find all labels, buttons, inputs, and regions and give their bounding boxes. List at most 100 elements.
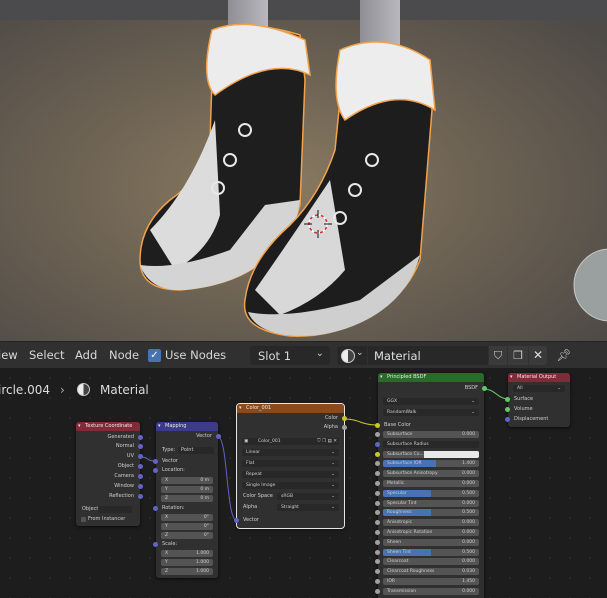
fake-user-shield-icon[interactable]: ⛉: [489, 346, 507, 365]
socket[interactable]: [375, 432, 380, 437]
socket[interactable]: [375, 451, 380, 457]
bsdf-input-row[interactable]: Specular 0.500: [375, 489, 484, 498]
duplicate-icon[interactable]: ❐: [508, 346, 528, 365]
scale-x[interactable]: X 1.000: [156, 549, 218, 558]
use-nodes-checkbox[interactable]: ✓: [148, 349, 161, 362]
socket[interactable]: [138, 444, 143, 449]
socket[interactable]: [138, 484, 143, 489]
socket[interactable]: [138, 464, 143, 469]
socket[interactable]: [375, 569, 380, 575]
socket[interactable]: [375, 423, 380, 428]
socket[interactable]: [138, 435, 143, 440]
socket[interactable]: [375, 520, 380, 526]
socket[interactable]: [375, 579, 380, 584]
bsdf-input-row[interactable]: Sheen 0.000: [375, 538, 484, 547]
add-menu[interactable]: Add: [75, 348, 97, 362]
socket[interactable]: [153, 542, 158, 547]
socket[interactable]: [375, 471, 380, 477]
close-icon[interactable]: ✕: [529, 346, 547, 365]
socket[interactable]: [505, 397, 510, 402]
socket[interactable]: [138, 494, 143, 499]
source-dropdown[interactable]: Single Image ⌄: [237, 481, 344, 490]
material-sphere-icon: [341, 349, 355, 363]
material-output-node[interactable]: Material Output All⌄ Surface Volume Disp…: [505, 373, 570, 427]
socket[interactable]: [375, 530, 380, 535]
socket[interactable]: [375, 500, 380, 506]
rotation-y[interactable]: Y 0°: [156, 522, 218, 531]
socket[interactable]: [342, 416, 347, 421]
subsurface-method-dropdown[interactable]: RandomWalk ⌄: [378, 408, 484, 417]
rotation-x[interactable]: X 0°: [156, 513, 218, 522]
socket[interactable]: [342, 425, 347, 430]
projection-dropdown[interactable]: Flat ⌄: [237, 459, 344, 468]
bsdf-input-row[interactable]: Subsurface Anisotropy 0.000: [375, 469, 484, 478]
bsdf-input-row[interactable]: Subsurface IOR 1.400: [375, 459, 484, 468]
bsdf-input-row[interactable]: Specular Tint 0.000: [375, 499, 484, 508]
bsdf-input-row[interactable]: Subsurface Radius: [375, 440, 484, 449]
image-texture-node[interactable]: Color_001 Color Alpha ▣Color_001⛉ ❐ ▤ ✕ …: [234, 403, 347, 529]
socket[interactable]: [153, 468, 158, 473]
3d-viewport[interactable]: [0, 0, 607, 341]
bsdf-input-row[interactable]: Anisotropic Rotation 0.000: [375, 528, 484, 537]
location-z[interactable]: Z0 m: [156, 494, 218, 503]
socket[interactable]: [375, 549, 380, 555]
color-space-row[interactable]: Color Space sRGB ⌄: [237, 492, 344, 501]
image-selector[interactable]: ▣ Color_001 ⛉ ❐ ▤ ✕: [237, 437, 344, 446]
bsdf-input-row[interactable]: Sheen Tint 0.500: [375, 548, 484, 557]
select-menu[interactable]: Select: [29, 348, 64, 362]
distribution-dropdown[interactable]: GGX ⌄: [378, 397, 484, 406]
rotation-z[interactable]: Z 0°: [156, 531, 218, 540]
socket[interactable]: [375, 539, 380, 545]
pin-icon[interactable]: 📌︎: [555, 346, 573, 365]
location-x[interactable]: X0 m: [156, 476, 218, 485]
bsdf-input-row[interactable]: Transmission 0.000: [375, 587, 484, 596]
extension-dropdown[interactable]: Repeat ⌄: [237, 470, 344, 479]
input-vector: Vector: [234, 516, 344, 525]
node-title: Mapping: [156, 422, 218, 431]
bsdf-input-row[interactable]: Roughness 0.500: [375, 508, 484, 517]
principled-bsdf-node[interactable]: Principled BSDF BSDF GGX⌄ RandomWalk⌄ Ba…: [375, 373, 487, 598]
socket[interactable]: [375, 461, 380, 467]
socket[interactable]: [153, 506, 158, 511]
socket[interactable]: [505, 417, 510, 422]
alpha-mode-row[interactable]: Alpha Straight ⌄: [237, 503, 344, 512]
from-instancer-checkbox[interactable]: From Instancer: [76, 515, 140, 524]
bsdf-input-row[interactable]: Subsurface Co...: [375, 450, 484, 459]
socket[interactable]: [153, 459, 158, 464]
node-editor-canvas[interactable]: ircle.004 › Material Texture Coordinate …: [0, 368, 607, 598]
texture-coordinate-node[interactable]: Texture Coordinate Generated Normal UV O…: [76, 422, 143, 526]
socket[interactable]: [482, 386, 487, 391]
socket[interactable]: [234, 518, 239, 523]
type-dropdown[interactable]: Type: Point: [156, 446, 218, 455]
bsdf-input-row[interactable]: Clearcoat Roughness 0.030: [375, 567, 484, 576]
interpolation-dropdown[interactable]: Linear ⌄: [237, 448, 344, 457]
material-browse-button[interactable]: ⌄: [337, 346, 367, 365]
material-name-field[interactable]: Material: [368, 346, 488, 365]
output-generated: Generated: [76, 433, 143, 442]
bsdf-input-row[interactable]: IOR 1.450: [375, 577, 484, 586]
bsdf-input-row[interactable]: Metallic 0.000: [375, 479, 484, 488]
socket[interactable]: [375, 588, 380, 594]
scale-z[interactable]: Z 1.000: [156, 567, 218, 576]
socket[interactable]: [505, 407, 510, 412]
mapping-node[interactable]: Mapping Vector Type:Point Vector Locatio…: [153, 422, 221, 578]
view-menu[interactable]: iew: [0, 348, 18, 362]
scale-y[interactable]: Y 1.000: [156, 558, 218, 567]
target-dropdown[interactable]: All ⌄: [508, 384, 570, 393]
socket[interactable]: [138, 454, 143, 459]
socket[interactable]: [375, 481, 380, 486]
output-color: Color: [237, 414, 347, 423]
bsdf-input-row[interactable]: Clearcoat 0.000: [375, 557, 484, 566]
slot-dropdown[interactable]: Slot 1 ⌄: [250, 346, 330, 365]
object-field-row[interactable]: Object:: [76, 505, 140, 514]
node-menu[interactable]: Node: [109, 348, 139, 362]
socket[interactable]: [375, 559, 380, 565]
socket[interactable]: [138, 474, 143, 479]
socket[interactable]: [375, 490, 380, 496]
bsdf-input-row[interactable]: Subsurface 0.000: [375, 430, 484, 439]
location-y[interactable]: Y0 m: [156, 485, 218, 494]
bsdf-input-row[interactable]: Anisotropic 0.000: [375, 518, 484, 527]
socket[interactable]: [375, 510, 380, 516]
socket[interactable]: [375, 441, 380, 447]
socket[interactable]: [216, 434, 221, 439]
